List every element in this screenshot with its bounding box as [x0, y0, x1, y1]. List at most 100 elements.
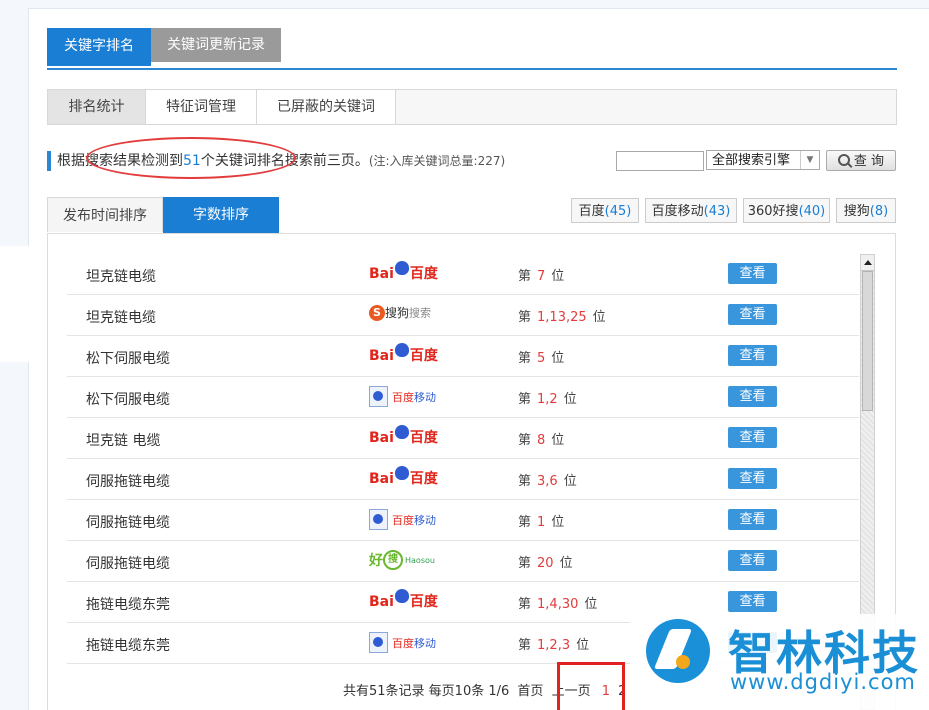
- tab-sort-by-date[interactable]: 发布时间排序: [47, 197, 163, 232]
- rank-position: 1,2,3: [537, 638, 571, 653]
- rank-prefix: 第: [518, 515, 532, 530]
- top-strip: [28, 0, 929, 9]
- query-button[interactable]: 查 询: [826, 150, 896, 171]
- rank-text: 第 1,13,25 位: [518, 306, 606, 325]
- keyword-text: 坦克链电缆: [86, 310, 156, 326]
- filter-sogou[interactable]: 搜狗(8): [836, 198, 896, 223]
- rank-prefix: 第: [518, 392, 532, 407]
- keyword-text: 松下伺服电缆: [86, 351, 170, 367]
- rank-suffix: 位: [576, 638, 590, 653]
- rank-suffix: 位: [563, 392, 577, 407]
- subtab-feature-words[interactable]: 特征词管理: [146, 90, 257, 124]
- filter-baidu-mobile-name: 百度移动: [651, 204, 704, 219]
- tab-keyword-update-log[interactable]: 关键词更新记录: [151, 28, 281, 62]
- table-row: 伺服拖链电缆 Bai 百度 第 3,6 位 查看: [67, 459, 859, 500]
- info-suffix: 个关键词排名搜索前三页。: [200, 153, 369, 169]
- left-sidebar-strip-lower: [0, 362, 29, 710]
- baidu-logo-icon: Bai 百度: [369, 466, 438, 490]
- keyword-text: 坦克链电缆: [86, 269, 156, 285]
- table-row: 松下伺服电缆 百度移动 第 1,2 位 查看: [67, 377, 859, 418]
- keyword-count: 51: [183, 153, 201, 169]
- rank-position: 8: [537, 433, 546, 448]
- keyword-text: 松下伺服电缆: [86, 392, 170, 408]
- pager-page-2[interactable]: 2: [618, 684, 626, 699]
- rank-position: 1,2: [537, 392, 558, 407]
- rank-prefix: 第: [518, 269, 532, 284]
- filter-baidu-mobile-count: (43): [703, 204, 731, 219]
- subtab-blocked-keywords[interactable]: 已屏蔽的关键词: [257, 90, 396, 124]
- rank-suffix: 位: [551, 433, 565, 448]
- tab-keyword-ranking[interactable]: 关键字排名: [47, 28, 151, 66]
- table-row: 坦克链电缆 Bai 百度 第7位 查看: [67, 254, 859, 295]
- subtab-ranking-stats[interactable]: 排名统计: [48, 90, 146, 124]
- tab-sort-by-length[interactable]: 字数排序: [163, 197, 279, 233]
- engine-select-value: 全部搜索引擎: [712, 153, 791, 168]
- table-row: 坦克链 电缆 Bai 百度 第8位 查看: [67, 418, 859, 459]
- rank-text: 第1位: [518, 511, 564, 530]
- rank-suffix: 位: [551, 515, 565, 530]
- table-row: 松下伺服电缆 Bai 百度 第5位 查看: [67, 336, 859, 377]
- keyword-text: 拖链电缆东莞: [86, 597, 170, 613]
- rank-suffix: 位: [563, 474, 577, 489]
- rank-text: 第 20 位: [518, 552, 573, 571]
- view-button[interactable]: 查看: [728, 263, 777, 284]
- baidu-logo-icon: Bai 百度: [369, 261, 438, 285]
- view-button[interactable]: 查看: [728, 345, 777, 366]
- rank-position: 5: [537, 351, 546, 366]
- filter-360-haosou-name: 360好搜: [747, 204, 799, 219]
- view-button[interactable]: 查看: [728, 550, 777, 571]
- search-icon: [837, 154, 850, 166]
- left-sidebar-strip: [0, 0, 29, 246]
- scroll-thumb[interactable]: [862, 271, 873, 411]
- view-button[interactable]: 查看: [728, 509, 777, 530]
- pagination: 共有51条记录 每页10条 1/6 首页 上一页 1 2: [343, 680, 626, 699]
- query-button-label: 查 询: [853, 154, 885, 169]
- rank-prefix: 第: [518, 638, 532, 653]
- view-button[interactable]: 查看: [728, 386, 777, 407]
- rank-text: 第8位: [518, 429, 564, 448]
- filter-baidu[interactable]: 百度(45): [571, 198, 639, 223]
- pager-current-page: 1: [601, 684, 611, 699]
- sogou-logo-icon: S 搜狗搜索: [369, 304, 431, 326]
- rank-text: 第5位: [518, 347, 564, 366]
- sub-tabs: 排名统计 特征词管理 已屏蔽的关键词: [47, 89, 897, 125]
- filter-360-haosou[interactable]: 360好搜(40): [743, 198, 830, 223]
- filter-sogou-name: 搜狗: [843, 204, 870, 219]
- keyword-text: 伺服拖链电缆: [86, 515, 170, 531]
- summary-info: 根据搜索结果检测到51个关键词排名搜索前三页。(注:入库关键词总量:227): [47, 151, 505, 171]
- filter-sogou-count: (8): [869, 204, 889, 219]
- baidu-logo-icon: Bai 百度: [369, 425, 438, 449]
- engine-select[interactable]: 全部搜索引擎 ▼: [706, 150, 820, 170]
- rank-prefix: 第: [518, 556, 532, 571]
- scroll-up-arrow-icon[interactable]: [861, 255, 874, 271]
- info-prefix: 根据搜索结果检测到: [57, 153, 183, 169]
- view-button[interactable]: 查看: [728, 591, 777, 612]
- view-button[interactable]: 查看: [728, 427, 777, 448]
- watermark-url: www.dgdiyi.com: [730, 670, 916, 694]
- rank-text: 第 1,2 位: [518, 388, 577, 407]
- rank-suffix: 位: [592, 310, 606, 325]
- view-button[interactable]: 查看: [728, 468, 777, 489]
- rank-position: 1: [537, 515, 546, 530]
- rank-text: 第 3,6 位: [518, 470, 577, 489]
- rank-suffix: 位: [584, 597, 598, 612]
- filter-360-haosou-count: (40): [798, 204, 826, 219]
- filter-baidu-mobile[interactable]: 百度移动(43): [645, 198, 737, 223]
- rank-prefix: 第: [518, 474, 532, 489]
- baidu-mobile-logo-icon: 百度移动: [369, 632, 436, 654]
- brand-logo-icon: [646, 619, 710, 683]
- keyword-search-input[interactable]: [616, 151, 704, 171]
- rank-position: 1,4,30: [537, 597, 579, 612]
- filter-baidu-count: (45): [604, 204, 632, 219]
- table-row: 伺服拖链电缆 百度移动 第1位 查看: [67, 500, 859, 541]
- pager-prev[interactable]: 上一页: [552, 684, 591, 699]
- rank-position: 20: [537, 556, 554, 571]
- rank-position: 7: [537, 269, 546, 284]
- view-button[interactable]: 查看: [728, 304, 777, 325]
- baidu-logo-icon: Bai 百度: [369, 343, 438, 367]
- pager-first[interactable]: 首页: [517, 684, 543, 699]
- rank-prefix: 第: [518, 597, 532, 612]
- table-row: 伺服拖链电缆 好搜 Haosou 第 20 位 查看: [67, 541, 859, 582]
- rank-suffix: 位: [551, 351, 565, 366]
- table-row: 坦克链电缆 S 搜狗搜索 第 1,13,25 位 查看: [67, 295, 859, 336]
